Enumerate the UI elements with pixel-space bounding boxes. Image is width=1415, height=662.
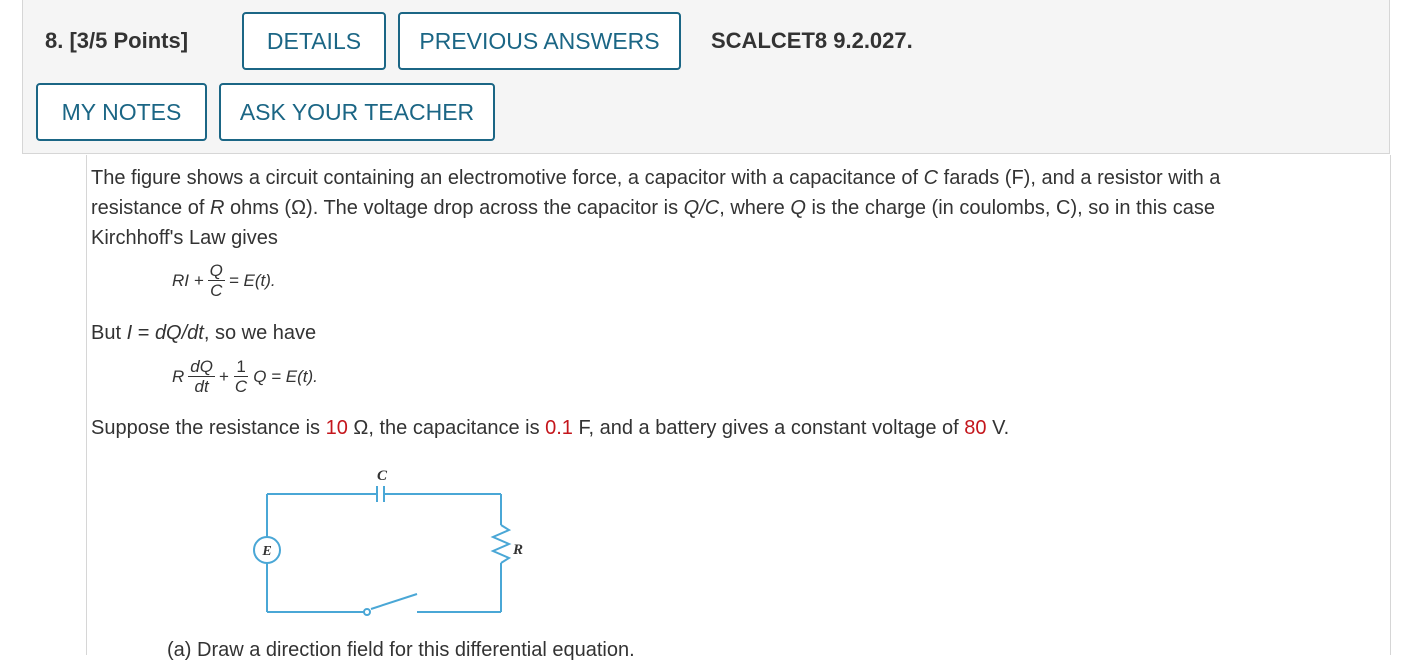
eq-text: + (218, 366, 229, 386)
eq-text: Q = E(t). (253, 366, 318, 386)
question-body: The figure shows a circuit containing an… (86, 155, 1391, 661)
text: The figure shows a circuit containing an… (91, 167, 924, 189)
numerator: dQ (188, 357, 215, 377)
capacitor-label: C (377, 468, 388, 484)
numerator: Q (207, 261, 225, 281)
var-c: C (923, 167, 939, 189)
denominator: C (234, 377, 248, 396)
question-code: SCALCET8 9.2.027. (711, 28, 913, 53)
previous-answers-button[interactable]: PREVIOUS ANSWERS (398, 12, 681, 70)
question-header: 8. [3/5 Points] DETAILS PREVIOUS ANSWERS… (22, 0, 1390, 154)
switch-arm (370, 593, 418, 610)
denominator: dt (194, 377, 209, 396)
question-points: [3/5 Points] (69, 28, 189, 53)
text: But (91, 322, 127, 344)
question-number: 8. [3/5 Points] (45, 28, 188, 54)
equation-kirchhoff: RI + Q C = E(t). (172, 261, 276, 300)
part-a-text: (a) Draw a direction field for this diff… (167, 639, 635, 661)
voltage-value: 80 (964, 417, 987, 439)
text: Suppose the resistance is (91, 417, 326, 439)
fraction: Q C (207, 261, 225, 300)
details-button[interactable]: DETAILS (242, 12, 386, 70)
text: F, and a battery gives a constant voltag… (572, 417, 965, 439)
var-dqdt: dQ/dt (154, 322, 204, 344)
circuit-diagram: C R E (253, 468, 523, 616)
emf-label: E (261, 544, 271, 559)
numerator: 1 (234, 357, 248, 377)
question-number-label: 8. (45, 28, 64, 53)
text: Ω, the capacitance is (347, 417, 546, 439)
resistor-zigzag (490, 524, 512, 564)
var-q-over-c: Q/C (683, 197, 720, 219)
text: ohms (Ω). The voltage drop across the ca… (224, 197, 684, 219)
var-r: R (209, 197, 225, 219)
equation-differential: R dQ dt + 1 C Q = E(t). (172, 357, 318, 396)
capacitance-value: 0.1 (545, 417, 573, 439)
var-q: Q (790, 197, 806, 219)
eq-text: = E(t). (228, 270, 276, 290)
resistor-label: R (512, 542, 523, 558)
intro-paragraph: The figure shows a circuit containing an… (91, 163, 1301, 253)
text: , so we have (203, 322, 317, 344)
fraction: dQ dt (188, 357, 215, 396)
eq-text: RI + (172, 270, 204, 290)
fraction: 1 C (233, 357, 249, 396)
second-paragraph: But I = dQ/dt, so we have (91, 318, 1301, 348)
eq-text: R (172, 366, 185, 386)
text: , where (719, 197, 791, 219)
denominator: C (210, 281, 223, 300)
text: V. (986, 417, 1010, 439)
switch-contact (363, 608, 371, 616)
values-paragraph: Suppose the resistance is 10 Ω, the capa… (91, 413, 1301, 443)
ask-teacher-button[interactable]: ASK YOUR TEACHER (219, 83, 495, 141)
resistance-value: 10 (325, 417, 348, 439)
text: = (132, 322, 155, 344)
my-notes-button[interactable]: MY NOTES (36, 83, 207, 141)
